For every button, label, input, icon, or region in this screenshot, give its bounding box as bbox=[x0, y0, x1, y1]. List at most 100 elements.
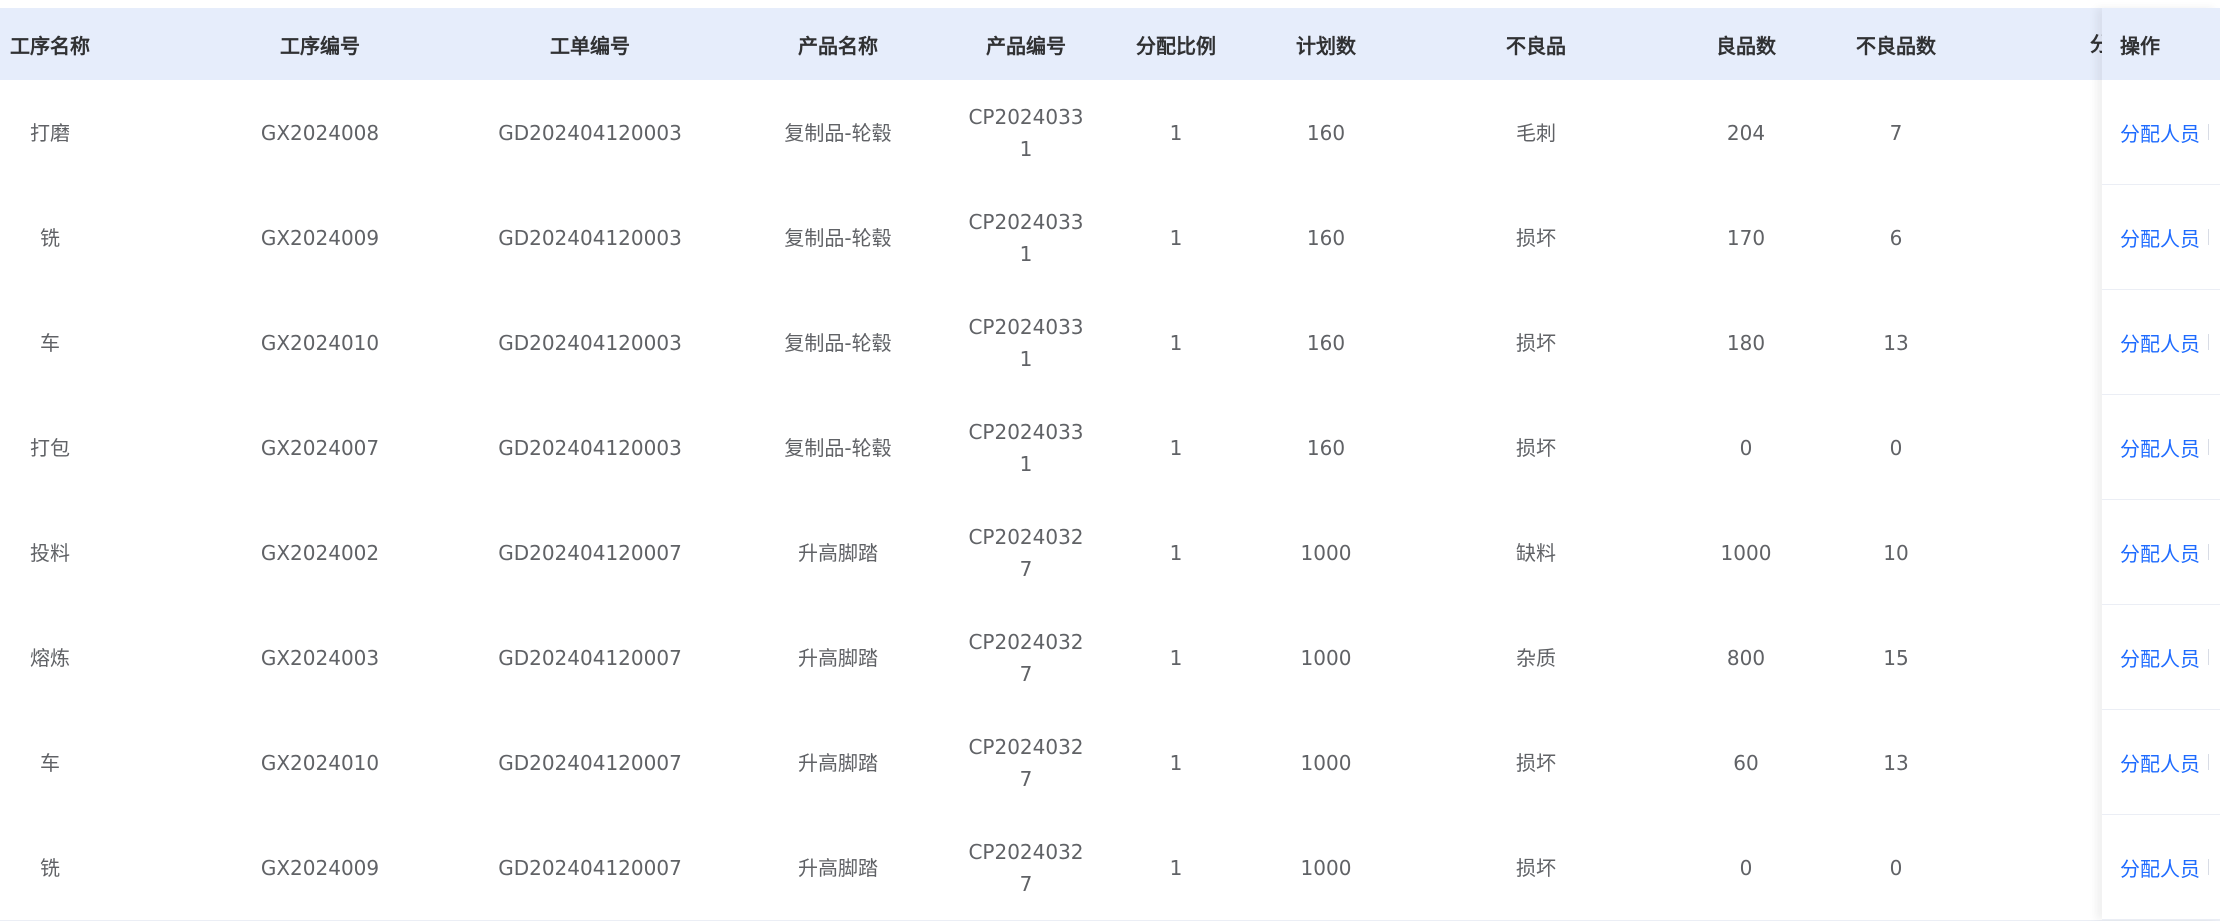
operation-header: 操作 bbox=[2102, 8, 2220, 80]
cell-text: 160 bbox=[1306, 120, 1346, 145]
table-row: 打包 GX2024007 GD202404120003 复制品-轮毂 CP2024033… bbox=[0, 395, 2220, 501]
cell-good-qty: 170 bbox=[1676, 185, 1816, 290]
header-process-code: 工序编号 bbox=[280, 33, 360, 58]
cell-allocation-ratio: 1 bbox=[1116, 290, 1236, 395]
cell-defect-type: 损坏 bbox=[1436, 290, 1636, 395]
cell-defect-qty: 13 bbox=[1826, 710, 1966, 815]
cell-text: 7 bbox=[1889, 120, 1903, 145]
cell-text: CP20240327 bbox=[968, 629, 1084, 686]
operation-cell: 分配人员 bbox=[2102, 500, 2220, 605]
assign-staff-link[interactable]: 分配人员 bbox=[2120, 328, 2200, 357]
cell-text: GD202404120003 bbox=[498, 330, 682, 355]
table-row: 投料 GX2024002 GD202404120007 升高脚踏 CP20240327 1… bbox=[0, 500, 2220, 606]
cell-text: 损坏 bbox=[1516, 330, 1556, 355]
cell-process-code: GX2024003 bbox=[200, 605, 440, 710]
cell-work-order-code: GD202404120007 bbox=[460, 710, 720, 815]
link-divider bbox=[2208, 124, 2209, 140]
link-divider bbox=[2208, 229, 2209, 245]
table-row: 铣 GX2024009 GD202404120003 复制品-轮毂 CP20240331… bbox=[0, 185, 2220, 291]
table-row: 打磨 GX2024008 GD202404120003 复制品-轮毂 CP2024033… bbox=[0, 80, 2220, 186]
cell-product-name: 复制品-轮毂 bbox=[738, 395, 938, 500]
cell-product-code: CP20240331 bbox=[956, 395, 1096, 500]
header-planned-qty: 计划数 bbox=[1296, 33, 1356, 58]
link-divider bbox=[2208, 334, 2209, 350]
cell-text: 1 bbox=[1169, 435, 1183, 460]
cell-text: 13 bbox=[1883, 330, 1909, 355]
cell-text: 1 bbox=[1169, 120, 1183, 145]
cell-allocation-ratio: 1 bbox=[1116, 710, 1236, 815]
cell-text: 升高脚踏 bbox=[798, 750, 878, 775]
cell-product-code: CP20240331 bbox=[956, 185, 1096, 290]
table-row: 车 GX2024010 GD202404120007 升高脚踏 CP20240327 1 1… bbox=[0, 710, 2220, 816]
cell-text: CP20240327 bbox=[968, 839, 1084, 896]
cell-text: 复制品-轮毂 bbox=[784, 225, 892, 250]
cell-text: 投料 bbox=[30, 540, 70, 565]
cell-process-code: GX2024008 bbox=[200, 80, 440, 185]
cell-product-code: CP20240331 bbox=[956, 290, 1096, 395]
link-divider bbox=[2208, 754, 2209, 770]
cell-defect-qty: 0 bbox=[1826, 815, 1966, 920]
cell-text: 10 bbox=[1883, 540, 1909, 565]
assign-staff-link[interactable]: 分配人员 bbox=[2120, 643, 2200, 672]
header-product-name: 产品名称 bbox=[798, 33, 878, 58]
cell-product-name: 复制品-轮毂 bbox=[738, 290, 938, 395]
cell-product-name: 复制品-轮毂 bbox=[738, 185, 938, 290]
cell-planned-qty: 160 bbox=[1256, 185, 1396, 290]
cell-process-code: GX2024009 bbox=[200, 185, 440, 290]
cell-planned-qty: 1000 bbox=[1256, 605, 1396, 710]
header-work-order-code: 工单编号 bbox=[550, 33, 630, 58]
cell-process-code: GX2024010 bbox=[200, 290, 440, 395]
cell-text: GD202404120003 bbox=[498, 225, 682, 250]
cell-good-qty: 0 bbox=[1676, 395, 1816, 500]
link-divider bbox=[2208, 649, 2209, 665]
cell-product-code: CP20240327 bbox=[956, 605, 1096, 710]
header-defect-type: 不良品 bbox=[1506, 33, 1566, 58]
cell-defect-type: 缺料 bbox=[1436, 500, 1636, 605]
cell-text: GD202404120007 bbox=[498, 855, 682, 880]
cell-good-qty: 60 bbox=[1676, 710, 1816, 815]
cell-text: 杂质 bbox=[1516, 645, 1556, 670]
cell-text: 1000 bbox=[1300, 855, 1352, 880]
cell-process-name: 铣 bbox=[0, 185, 100, 290]
cell-text: 缺料 bbox=[1516, 540, 1556, 565]
cell-good-qty: 180 bbox=[1676, 290, 1816, 395]
header-good-qty: 良品数 bbox=[1716, 33, 1776, 58]
assign-staff-link[interactable]: 分配人员 bbox=[2120, 748, 2200, 777]
assign-staff-link[interactable]: 分配人员 bbox=[2120, 538, 2200, 567]
cell-text: 1 bbox=[1169, 540, 1183, 565]
cell-defect-type: 损坏 bbox=[1436, 815, 1636, 920]
cell-process-code: GX2024002 bbox=[200, 500, 440, 605]
assign-staff-link[interactable]: 分配人员 bbox=[2120, 223, 2200, 252]
cell-text: 损坏 bbox=[1516, 225, 1556, 250]
operation-cell: 分配人员 bbox=[2102, 395, 2220, 500]
cell-text: CP20240331 bbox=[968, 104, 1084, 161]
cell-text: GX2024009 bbox=[260, 855, 380, 880]
cell-text: GD202404120007 bbox=[498, 645, 682, 670]
operation-column: 操作 分配人员 分配人员 分配人员 分配人员 分配人员 分配人员 分配人员 分配人员 bbox=[2102, 8, 2220, 920]
cell-text: 1 bbox=[1169, 225, 1183, 250]
cell-text: 800 bbox=[1726, 645, 1766, 670]
cell-text: 160 bbox=[1306, 225, 1346, 250]
link-divider bbox=[2208, 859, 2209, 875]
cell-text: 160 bbox=[1306, 330, 1346, 355]
cell-text: 升高脚踏 bbox=[798, 855, 878, 880]
cell-text: 复制品-轮毂 bbox=[784, 330, 892, 355]
assign-staff-link[interactable]: 分配人员 bbox=[2120, 118, 2200, 147]
cell-product-name: 升高脚踏 bbox=[738, 500, 938, 605]
cell-process-name: 铣 bbox=[0, 815, 100, 920]
cell-good-qty: 800 bbox=[1676, 605, 1816, 710]
cell-text: CP20240331 bbox=[968, 419, 1084, 476]
assign-staff-link[interactable]: 分配人员 bbox=[2120, 433, 2200, 462]
cell-work-order-code: GD202404120007 bbox=[460, 605, 720, 710]
cell-good-qty: 0 bbox=[1676, 815, 1816, 920]
cell-process-name: 熔炼 bbox=[0, 605, 100, 710]
cell-text: 1 bbox=[1169, 855, 1183, 880]
cell-text: 1 bbox=[1169, 750, 1183, 775]
cell-text: 损坏 bbox=[1516, 435, 1556, 460]
assign-staff-link[interactable]: 分配人员 bbox=[2120, 853, 2200, 882]
cell-planned-qty: 160 bbox=[1256, 395, 1396, 500]
cell-product-name: 升高脚踏 bbox=[738, 815, 938, 920]
cell-text: CP20240327 bbox=[968, 734, 1084, 791]
cell-work-order-code: GD202404120003 bbox=[460, 185, 720, 290]
cell-text: 升高脚踏 bbox=[798, 540, 878, 565]
